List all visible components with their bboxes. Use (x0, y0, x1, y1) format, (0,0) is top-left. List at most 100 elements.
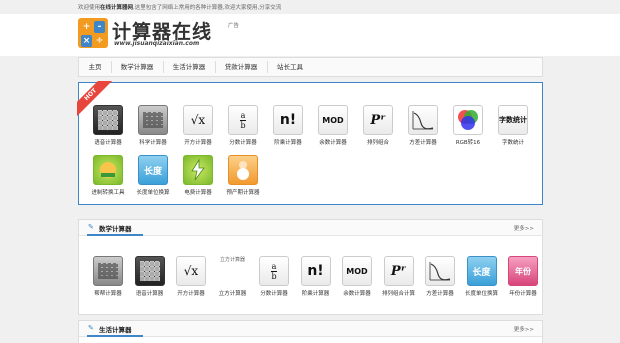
tool-item[interactable]: 语音计算器 (128, 256, 172, 297)
more-link[interactable]: 更多>> (514, 325, 534, 333)
fraction-icon[interactable]: ab (259, 256, 289, 286)
tool-item[interactable]: 科学计算器 (131, 105, 175, 146)
sqrt-icon[interactable]: √x (183, 105, 213, 135)
tool-label[interactable]: 语音计算器 (128, 289, 172, 297)
length-icon[interactable]: 长度 (138, 155, 168, 185)
tool-item[interactable]: Pʳ 排列组合计算 (377, 256, 421, 297)
more-link[interactable]: 更多>> (514, 224, 534, 232)
due-date-icon[interactable] (228, 155, 258, 185)
tool-item[interactable]: 长度 长度单位换算 (460, 256, 504, 297)
tool-item[interactable]: √x 开方计算器 (169, 256, 213, 297)
calculator-icon[interactable] (93, 105, 123, 135)
tool-item[interactable]: Pʳ 排列组合 (356, 105, 400, 146)
ad-label[interactable]: 广告 (228, 21, 239, 29)
tool-label[interactable]: 进制转换工具 (86, 188, 130, 196)
tool-item[interactable]: n! 阶乘计算器 (266, 105, 310, 146)
tool-item[interactable]: 方差计算器 (418, 256, 462, 297)
tool-label[interactable]: 方差计算器 (401, 138, 445, 146)
tool-item[interactable]: a b 分数计算器 (252, 256, 296, 297)
nav-loan[interactable]: 贷款计算器 (219, 58, 263, 76)
tool-label[interactable]: 开方计算器 (169, 289, 213, 297)
mod-icon[interactable]: MOD (318, 105, 348, 135)
tool-label[interactable]: 年份计算器 (501, 289, 545, 297)
site-url: www.jisuanqizaixian.com (114, 40, 200, 47)
title-underline (87, 335, 143, 337)
tool-item[interactable]: MOD 余数计算器 (335, 256, 379, 297)
wrench-icon: ✎ (88, 223, 94, 231)
wrench-icon: ✎ (88, 324, 94, 332)
tool-item[interactable]: 进制转换工具 (86, 155, 130, 196)
tool-label[interactable]: 阶乘计算器 (294, 289, 338, 297)
variance-icon[interactable] (425, 256, 455, 286)
fraction-icon[interactable]: ab (228, 105, 258, 135)
tool-label[interactable]: 长度单位换算 (460, 289, 504, 297)
tool-item[interactable]: √x 开方计算器 (176, 105, 220, 146)
permutation-icon[interactable]: Pʳ (363, 105, 393, 135)
mod-icon[interactable]: MOD (342, 256, 372, 286)
tool-label[interactable]: 长度单位换算 (131, 188, 175, 196)
tool-item[interactable]: a b 分数计算器 (221, 105, 265, 146)
tool-label[interactable]: 阶乘计算器 (266, 138, 310, 146)
tool-item[interactable]: 立方计算器 立方计算器 (211, 256, 255, 297)
top-bar: 欢迎使用在线计算器网,这里包含了网络上常用的各种计算器,欢迎大家使用,分享交流 (0, 0, 620, 14)
rgb-icon[interactable] (453, 105, 483, 135)
logo-icon[interactable]: + - × ÷ (78, 18, 108, 48)
nav-divider (267, 61, 268, 73)
nav-divider (111, 61, 112, 73)
tool-label[interactable]: 字数统计 (491, 138, 535, 146)
sqrt-icon[interactable]: √x (176, 256, 206, 286)
tool-item[interactable]: RGB转16 (446, 105, 490, 146)
nav-divider (163, 61, 164, 73)
tool-label[interactable]: 排列组合计算 (377, 289, 421, 297)
factorial-icon[interactable]: n! (273, 105, 303, 135)
tool-item[interactable]: 长度 长度单位换算 (131, 155, 175, 196)
cube-icon[interactable]: 立方计算器 (217, 256, 248, 286)
tool-item[interactable]: 预产期计算器 (221, 155, 265, 196)
nav-math[interactable]: 数学计算器 (115, 58, 159, 76)
tool-label[interactable]: 立方计算器 (211, 289, 255, 297)
base-convert-icon[interactable] (93, 155, 123, 185)
tool-label[interactable]: RGB转16 (446, 138, 490, 146)
nav-life[interactable]: 生活计算器 (167, 58, 211, 76)
tool-label[interactable]: 方差计算器 (418, 289, 462, 297)
tool-item[interactable]: 语音计算器 (86, 105, 130, 146)
variance-icon[interactable] (408, 105, 438, 135)
section-title[interactable]: 生活计算器 (99, 324, 132, 334)
tool-item[interactable]: 方差计算器 (401, 105, 445, 146)
tool-item[interactable]: 字数统计 字数统计 (491, 105, 535, 146)
tool-item[interactable]: 电费计算器 (176, 155, 220, 196)
calculator-icon[interactable] (134, 256, 165, 286)
nav-home[interactable]: 主页 (83, 58, 107, 76)
electricity-icon[interactable] (183, 155, 213, 185)
word-count-icon[interactable]: 字数统计 (498, 105, 528, 135)
tool-label[interactable]: 科学计算器 (131, 138, 175, 146)
tool-label[interactable]: 排列组合 (356, 138, 400, 146)
tool-item[interactable]: 帮帮计算器 (86, 256, 130, 297)
tool-label[interactable]: 语音计算器 (86, 138, 130, 146)
tool-label[interactable]: 帮帮计算器 (86, 289, 130, 297)
tool-label[interactable]: 分数计算器 (252, 289, 296, 297)
tool-label[interactable]: 余数计算器 (311, 138, 355, 146)
factorial-icon[interactable]: n! (300, 256, 331, 286)
section-header: ✎ 数学计算器 更多>> (79, 220, 542, 236)
section-header: ✎ 生活计算器 更多>> (79, 321, 542, 337)
tool-item[interactable]: 年份 年份计算器 (501, 256, 545, 297)
header: + - × ÷ 计算器在线 www.jisuanqizaixian.com 广告 (0, 14, 620, 56)
nav-webmaster[interactable]: 站长工具 (271, 58, 309, 76)
tool-label[interactable]: 电费计算器 (176, 188, 220, 196)
nav-divider (215, 61, 216, 73)
permutation-icon[interactable]: Pʳ (383, 256, 414, 286)
tool-label[interactable]: 余数计算器 (335, 289, 379, 297)
tool-label[interactable]: 开方计算器 (176, 138, 220, 146)
section-title[interactable]: 数学计算器 (99, 223, 132, 233)
tool-item[interactable]: MOD 余数计算器 (311, 105, 355, 146)
year-icon[interactable]: 年份 (508, 256, 538, 286)
tool-label[interactable]: 分数计算器 (221, 138, 265, 146)
site-name-link[interactable]: 在线计算器网 (100, 5, 133, 11)
life-section: ✎ 生活计算器 更多>> (78, 320, 543, 343)
scientific-calculator-icon[interactable] (138, 105, 168, 135)
tool-item[interactable]: n! 阶乘计算器 (294, 256, 338, 297)
tool-label[interactable]: 预产期计算器 (221, 188, 265, 196)
length-icon[interactable]: 长度 (466, 256, 497, 286)
scientific-calculator-icon[interactable] (93, 256, 123, 286)
